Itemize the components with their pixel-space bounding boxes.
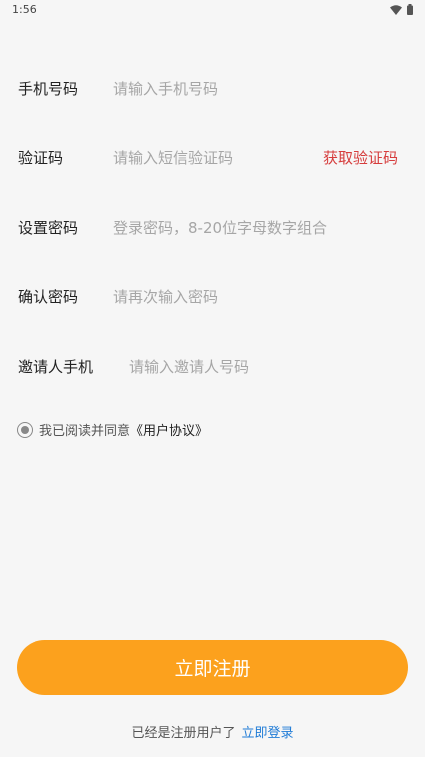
password-input[interactable] bbox=[113, 213, 403, 243]
phone-label: 手机号码 bbox=[18, 80, 79, 98]
code-label: 验证码 bbox=[18, 149, 64, 167]
footer-text: 已经是注册用户了 bbox=[131, 726, 236, 741]
confirm-password-input[interactable] bbox=[113, 282, 313, 312]
inviter-label: 邀请人手机 bbox=[18, 358, 94, 376]
wifi-icon bbox=[390, 4, 402, 15]
password-row: 设置密码 bbox=[0, 193, 425, 263]
radio-dot bbox=[21, 425, 29, 434]
status-bar: 1:56 bbox=[0, 0, 425, 22]
battery-icon bbox=[407, 4, 413, 15]
user-agreement-link[interactable]: 《用户协议》 bbox=[130, 420, 208, 439]
inviter-input[interactable] bbox=[129, 352, 399, 382]
password-label: 设置密码 bbox=[18, 219, 79, 237]
confirm-password-label: 确认密码 bbox=[18, 288, 79, 306]
agreement-radio[interactable] bbox=[17, 421, 33, 438]
get-code-button[interactable]: 获取验证码 bbox=[323, 147, 398, 168]
status-icons bbox=[390, 4, 413, 15]
status-time: 1:56 bbox=[12, 3, 37, 16]
inviter-row: 邀请人手机 bbox=[0, 332, 425, 402]
confirm-password-row: 确认密码 bbox=[0, 262, 425, 332]
agreement-text: 我已阅读并同意 bbox=[39, 424, 131, 439]
agreement: 我已阅读并同意 《用户协议》 bbox=[17, 420, 208, 439]
login-link[interactable]: 立即登录 bbox=[242, 726, 294, 741]
phone-input[interactable] bbox=[113, 74, 313, 104]
code-input[interactable] bbox=[113, 143, 313, 173]
register-button[interactable]: 立即注册 bbox=[17, 640, 408, 695]
code-row: 验证码 获取验证码 bbox=[0, 123, 425, 193]
phone-row: 手机号码 bbox=[0, 54, 425, 124]
footer: 已经是注册用户了 立即登录 bbox=[0, 722, 425, 741]
